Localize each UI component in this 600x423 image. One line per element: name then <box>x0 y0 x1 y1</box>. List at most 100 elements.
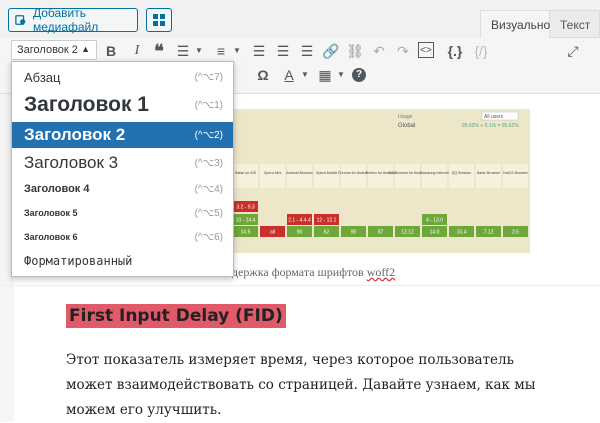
browser-header <box>503 164 528 188</box>
gallery-grid-button[interactable] <box>146 8 172 32</box>
menu-item-heading-3[interactable]: Заголовок 3 (^⌥3) <box>12 150 233 176</box>
support-cell-label: 62 <box>324 230 330 236</box>
fid-heading[interactable]: First Input Delay (FID) <box>66 304 286 328</box>
body-paragraph[interactable]: Этот показатель измеряет время, через ко… <box>66 348 536 423</box>
menu-item-label: Заголовок 1 <box>24 93 149 116</box>
support-cell-label: 2.5 <box>512 230 519 236</box>
support-cell-label: 12.12 <box>401 230 414 236</box>
menu-item-heading-5[interactable]: Заголовок 5 (^⌥5) <box>12 202 233 224</box>
blockquote-icon[interactable]: ❝ <box>150 42 168 60</box>
code-icon[interactable]: <> <box>418 42 434 58</box>
browser-name: QQ Browser <box>452 171 473 175</box>
bullet-list-chevron-down-icon[interactable]: ▼ <box>190 42 208 60</box>
browser-header <box>233 164 258 188</box>
menu-item-paragraph[interactable]: Абзац (^⌥7) <box>12 67 233 87</box>
usage-percent: 95.62% + 0.1% = 95.62% <box>462 123 519 129</box>
menu-item-shortcut: (^⌥7) <box>194 71 223 83</box>
support-cell-label: 4 - 13.0 <box>426 218 443 224</box>
italic-icon[interactable]: I <box>128 42 146 60</box>
menu-item-shortcut: (^⌥5) <box>194 207 223 219</box>
menu-item-label: Абзац <box>24 69 61 85</box>
menu-item-preformatted[interactable]: Форматированный <box>12 250 233 272</box>
menu-item-shortcut: (^⌥6) <box>194 231 223 243</box>
browser-name: Opera Mobile <box>316 171 338 175</box>
code-disabled-icon[interactable]: {/} <box>472 42 490 60</box>
support-cell-label: 10.4 <box>457 230 467 236</box>
browser-name: Chrome for Android <box>338 171 369 175</box>
text-color-chevron-down-icon[interactable]: ▼ <box>296 66 314 84</box>
browser-header <box>260 164 285 188</box>
browser-name: Safari on iOS <box>235 171 257 175</box>
menu-item-label: Заголовок 3 <box>24 153 119 172</box>
support-cell-label: 90 <box>297 230 303 236</box>
menu-item-shortcut: (^⌥1) <box>194 99 223 111</box>
menu-item-heading-1[interactable]: Заголовок 1 (^⌥1) <box>12 90 233 120</box>
undo-icon[interactable]: ↶ <box>370 42 388 60</box>
grid-icon <box>153 14 165 26</box>
help-icon[interactable]: ? <box>352 68 366 82</box>
image-caption: держка формата шрифтов woff2 <box>232 265 395 280</box>
support-cell-label: 87 <box>378 230 384 236</box>
browser-header <box>314 164 339 188</box>
menu-item-shortcut: (^⌥4) <box>194 183 223 195</box>
align-right-icon[interactable]: ☰ <box>298 42 316 60</box>
numbered-list-chevron-down-icon[interactable]: ▼ <box>228 42 246 60</box>
support-cell-label: 2.1 - 4.4.4 <box>288 218 311 224</box>
format-select[interactable]: Заголовок 2 ▲ <box>11 40 97 60</box>
image-caption-word: woff2 <box>366 265 396 279</box>
menu-item-label: Заголовок 2 <box>24 125 126 144</box>
menu-item-heading-2[interactable]: Заголовок 2 (^⌥2) <box>12 122 233 148</box>
menu-item-heading-6[interactable]: Заголовок 6 (^⌥6) <box>12 226 233 248</box>
align-center-icon[interactable]: ☰ <box>274 42 292 60</box>
menu-item-label: Заголовок 4 <box>24 183 90 195</box>
support-cell-label: 90 <box>351 230 357 236</box>
fullscreen-icon[interactable]: ⤢ <box>564 42 582 60</box>
global-label: Global <box>398 123 415 129</box>
browser-header <box>368 164 393 188</box>
menu-item-shortcut: (^⌥3) <box>194 157 223 169</box>
align-left-icon[interactable]: ☰ <box>250 42 268 60</box>
browser-name: Android Browser <box>286 171 313 175</box>
table-chevron-down-icon[interactable]: ▼ <box>332 66 350 84</box>
support-cell-label: all <box>270 230 275 236</box>
browser-header <box>395 164 420 188</box>
browser-header <box>476 164 501 188</box>
special-character-icon[interactable]: Ω <box>254 66 272 84</box>
browser-header <box>449 164 474 188</box>
browser-name: KaiOS Browser <box>503 171 528 175</box>
bold-icon[interactable]: B <box>102 42 120 60</box>
support-cell-label: 14.0 <box>430 230 440 236</box>
browser-header <box>287 164 312 188</box>
users-filter: All users <box>484 114 504 120</box>
redo-icon[interactable]: ↷ <box>394 42 412 60</box>
link-icon[interactable]: 🔗 <box>322 42 340 60</box>
support-cell-label: 7.12 <box>484 230 494 236</box>
support-cell-label: 14.5 <box>241 230 251 236</box>
browser-name: Baidu Browser <box>477 171 501 175</box>
format-dropdown-menu: Абзац (^⌥7) Заголовок 1 (^⌥1) Заголовок … <box>11 61 234 277</box>
unlink-icon[interactable]: ⛓ <box>346 42 364 60</box>
add-media-button[interactable]: Добавить медиафайл <box>8 6 138 34</box>
browser-name: Opera Mini <box>264 171 282 175</box>
menu-item-heading-4[interactable]: Заголовок 4 (^⌥4) <box>12 178 233 200</box>
menu-item-label: Заголовок 6 <box>24 232 78 242</box>
tab-text[interactable]: Текст <box>550 10 600 38</box>
menu-item-label: Форматированный <box>24 254 133 268</box>
usage-label: Usage <box>398 114 413 120</box>
image-caption-text: держка формата шрифтов <box>232 265 367 279</box>
browser-support-image: Usage Global 95.62% + 0.1% = 95.62% All … <box>232 109 530 253</box>
support-cell-label: 3.2 - 9.3 <box>236 205 255 211</box>
browser-name: Samsung Internet <box>420 171 448 175</box>
support-cell-label: 12 - 12.1 <box>317 218 337 224</box>
media-icon <box>15 15 26 25</box>
caret-up-icon: ▲ <box>81 44 90 54</box>
divider <box>0 285 600 286</box>
menu-item-label: Заголовок 5 <box>24 208 78 218</box>
format-select-value: Заголовок 2 <box>17 44 78 56</box>
add-media-label: Добавить медиафайл <box>32 6 99 34</box>
browser-header <box>341 164 366 188</box>
code-block-icon[interactable]: {.} <box>446 42 464 60</box>
support-cell-label: 10 - 14.4 <box>236 218 256 224</box>
browser-header <box>422 164 447 188</box>
tab-visual[interactable]: Визуально <box>480 10 550 38</box>
